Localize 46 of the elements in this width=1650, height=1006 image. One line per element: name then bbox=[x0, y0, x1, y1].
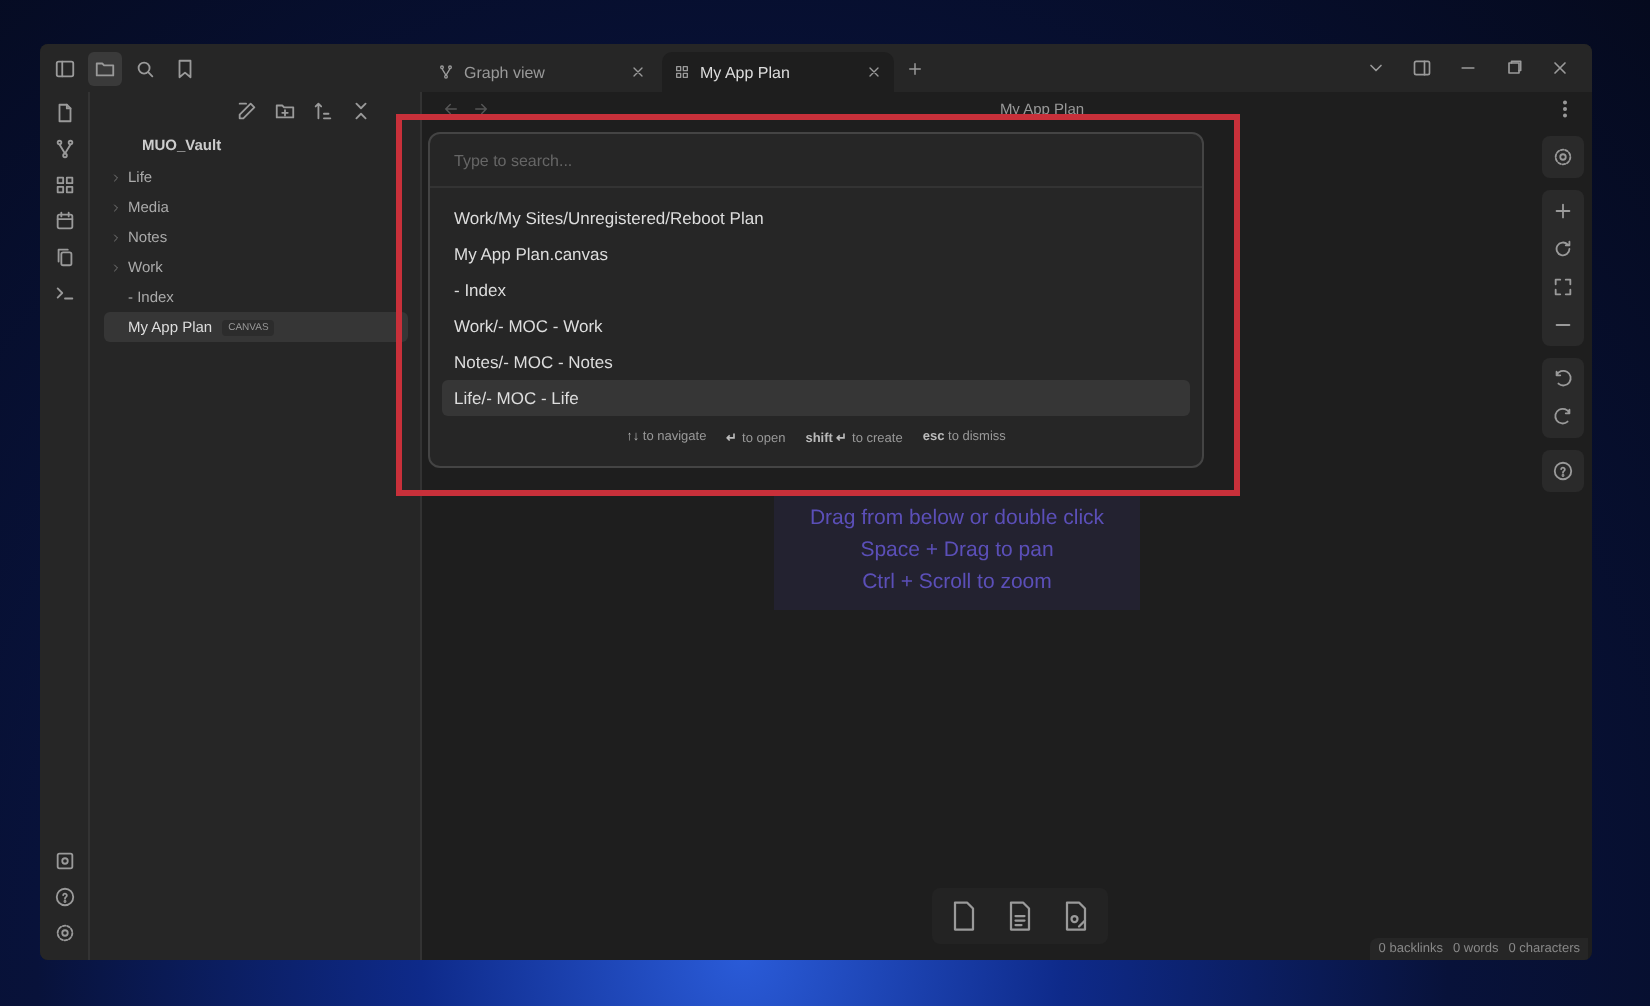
close-icon[interactable] bbox=[866, 64, 882, 80]
search-result[interactable]: Life/- MOC - Life bbox=[442, 380, 1190, 416]
sort-icon[interactable] bbox=[312, 100, 334, 122]
forward-arrow-icon[interactable] bbox=[472, 99, 490, 117]
calendar-icon[interactable] bbox=[53, 210, 75, 232]
bookmark-icon[interactable] bbox=[174, 57, 196, 79]
vault-icon[interactable] bbox=[53, 850, 75, 872]
hint-text: Drag from below or double click bbox=[809, 506, 1105, 530]
search-result[interactable]: My App Plan.canvas bbox=[442, 236, 1190, 272]
fullscreen-icon[interactable] bbox=[1552, 276, 1574, 298]
new-note-icon[interactable] bbox=[53, 102, 75, 124]
grid-icon[interactable] bbox=[53, 174, 75, 196]
graph-icon[interactable] bbox=[53, 138, 75, 160]
restore-icon[interactable] bbox=[1504, 58, 1524, 78]
close-icon[interactable] bbox=[1550, 58, 1570, 78]
undo-icon[interactable] bbox=[1552, 368, 1574, 390]
search-result[interactable]: Work/- MOC - Work bbox=[442, 308, 1190, 344]
search-result[interactable]: Work/My Sites/Unregistered/Reboot Plan bbox=[442, 200, 1190, 236]
tab[interactable]: My App Plan bbox=[662, 52, 894, 92]
terminal-icon[interactable] bbox=[53, 282, 75, 304]
settings-icon[interactable] bbox=[1552, 146, 1574, 168]
redo-icon[interactable] bbox=[1552, 406, 1574, 428]
new-folder-icon[interactable] bbox=[274, 100, 296, 122]
help-icon[interactable] bbox=[53, 886, 75, 908]
sidebar-toggle-icon[interactable] bbox=[54, 57, 76, 79]
search-result[interactable]: - Index bbox=[442, 272, 1190, 308]
hint-text: Ctrl + Scroll to zoom bbox=[862, 570, 1052, 594]
collapse-icon[interactable] bbox=[350, 100, 372, 122]
graph-icon bbox=[438, 64, 454, 80]
close-icon[interactable] bbox=[630, 64, 646, 80]
search-result[interactable]: Notes/- MOC - Notes bbox=[442, 344, 1190, 380]
reset-icon[interactable] bbox=[1552, 238, 1574, 260]
new-note-icon[interactable] bbox=[236, 100, 258, 122]
hint-text: Space + Drag to pan bbox=[860, 538, 1054, 562]
settings-icon[interactable] bbox=[53, 922, 75, 944]
zoom-in-icon[interactable] bbox=[1552, 200, 1574, 222]
tab[interactable]: Graph view bbox=[426, 52, 658, 92]
right-sidebar-icon[interactable] bbox=[1412, 58, 1432, 78]
search-icon[interactable] bbox=[134, 57, 156, 79]
search-field[interactable]: Type to search... bbox=[430, 134, 1202, 188]
new-tab-icon[interactable] bbox=[906, 59, 924, 77]
back-arrow-icon[interactable] bbox=[442, 99, 460, 117]
grid-icon bbox=[674, 64, 690, 80]
folder-icon[interactable] bbox=[88, 51, 122, 85]
copy-icon[interactable] bbox=[53, 246, 75, 268]
help-icon[interactable] bbox=[1552, 460, 1574, 482]
